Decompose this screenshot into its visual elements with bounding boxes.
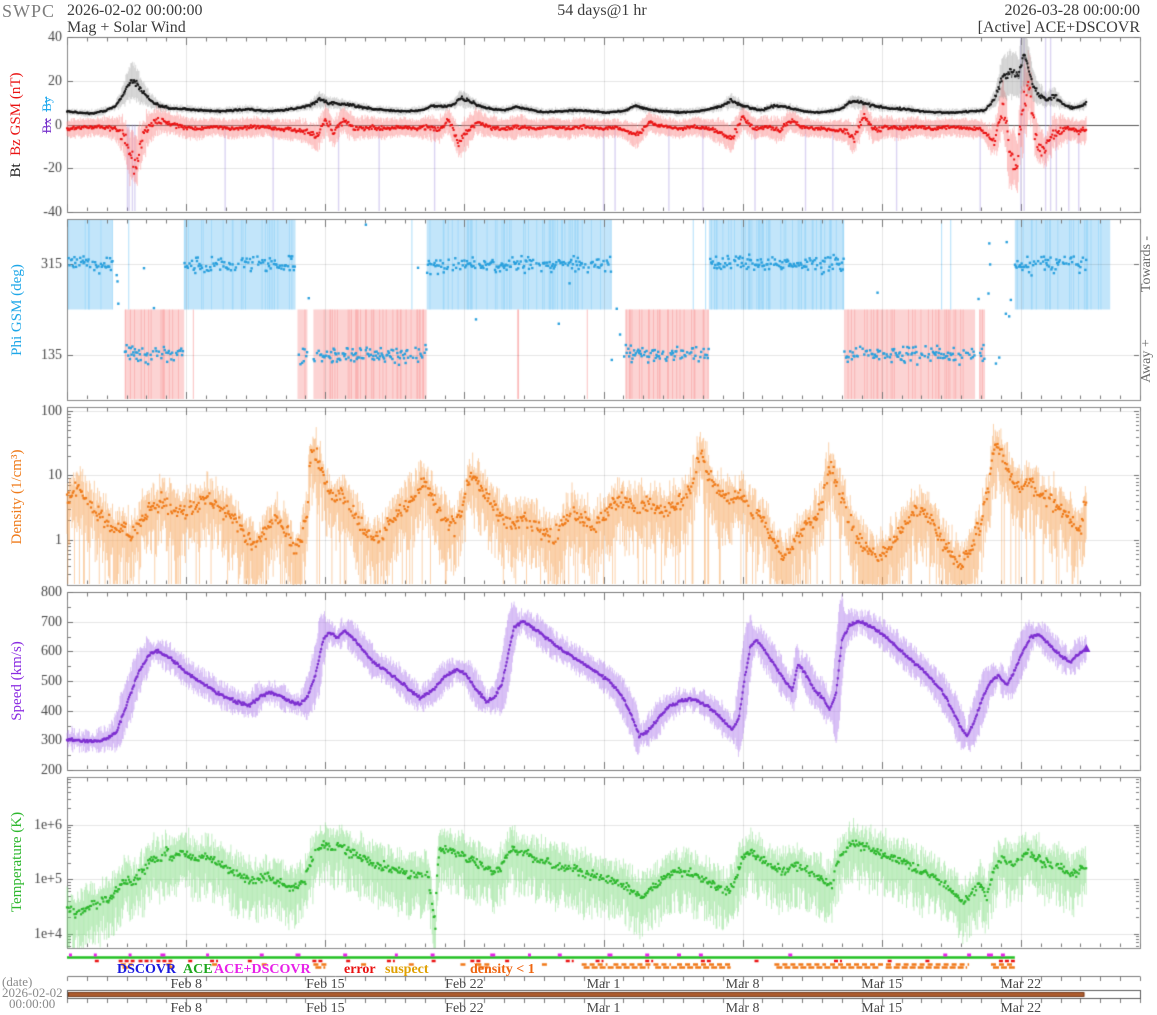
legend-suspect[interactable]: suspect (385, 962, 429, 978)
legend-density-lt-1[interactable]: density < 1 (470, 962, 535, 978)
date-tick-label: Feb 22 (445, 1001, 484, 1015)
date-tick-label: Feb 15 (306, 1001, 345, 1015)
by-series-toggle[interactable]: By (39, 97, 54, 112)
date-tick-label: Mar 15 (861, 1001, 903, 1015)
date-tick-label: Mar 8 (725, 1001, 760, 1015)
panel-speed-plot-area[interactable] (67, 592, 1140, 770)
legend-ace-dscovr[interactable]: ACE+DSCOVR (214, 962, 311, 978)
phi-away-label: Away + (1139, 339, 1154, 383)
panel-mag-plot-area[interactable] (67, 37, 1140, 212)
swpc-solar-wind-dashboard: SWPC 2026-02-02 00:00:00 54 days@1 hr 20… (0, 0, 1157, 1015)
legend-error[interactable]: error (344, 962, 376, 978)
panel-temperature-plot-area[interactable] (67, 777, 1140, 948)
bz-series-toggle[interactable]: Bz GSM (nT) (8, 73, 24, 156)
axis-start-time: 00:00:00 (9, 996, 56, 1011)
date-tick-label: Mar 22 (1000, 1001, 1042, 1015)
data-source-status: [Active] ACE+DSCOVR (977, 19, 1140, 36)
panel-phi-plot-area[interactable] (67, 219, 1140, 400)
plot-title: Mag + Solar Wind (67, 19, 186, 36)
plot-duration: 54 days@1 hr (557, 2, 647, 19)
panel-density-plot-area[interactable] (67, 407, 1140, 585)
plot-start-datetime: 2026-02-02 00:00:00 (67, 2, 203, 19)
legend-ace[interactable]: ACE (183, 962, 213, 978)
bt-series-toggle[interactable]: Bt (8, 163, 24, 177)
timeline-scrubber[interactable] (67, 989, 1140, 1000)
date-tick-label: Mar 1 (586, 1001, 621, 1015)
mag-hidden-series: Bx By (39, 55, 54, 175)
legend-dscovr[interactable]: DSCOVR (117, 962, 176, 978)
plot-end-datetime: 2026-03-28 00:00:00 (1004, 2, 1140, 19)
temperature-axis-label: Temperature (K) (9, 811, 25, 913)
bx-series-toggle[interactable]: Bx (39, 118, 54, 133)
date-tick-label: Feb 8 (170, 1001, 202, 1015)
